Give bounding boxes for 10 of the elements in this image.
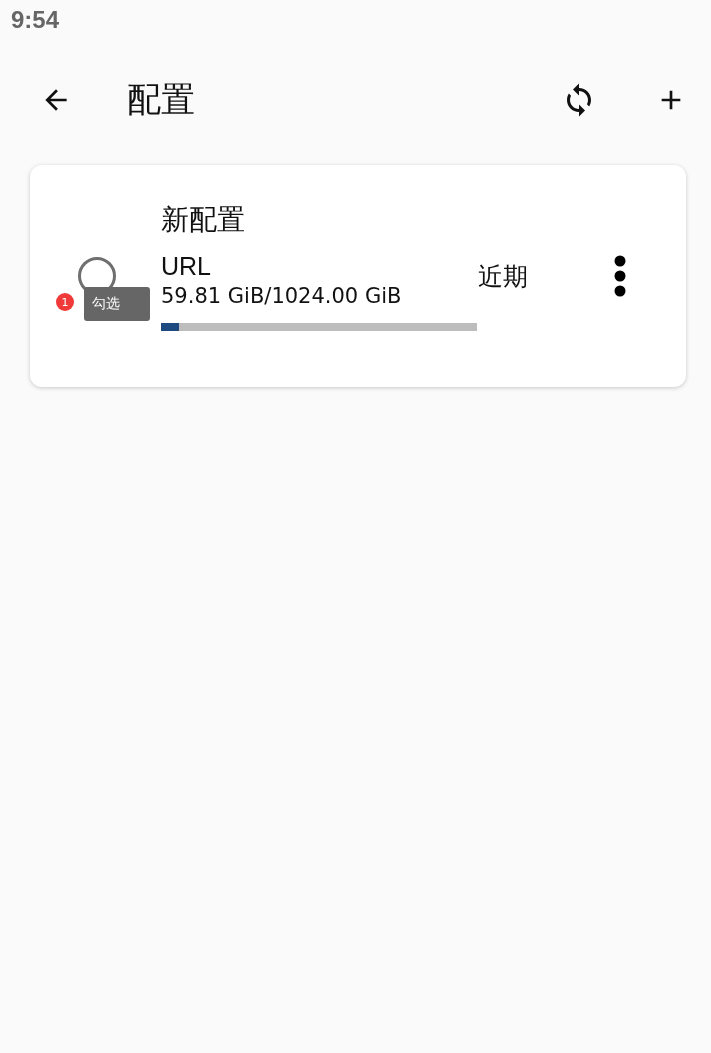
profile-type: URL — [161, 251, 212, 281]
usage-text: 59.81 GiB/1024.00 GiB — [161, 283, 403, 310]
status-time: 9:54 — [11, 6, 60, 34]
updated-label: 近期 — [478, 261, 528, 293]
profile-card[interactable]: 1 勾选 新配置 URL 59.81 GiB/1024.00 GiB 近期 — [30, 165, 686, 387]
count-badge: 1 — [56, 293, 74, 311]
profile-name: 新配置 — [161, 202, 246, 238]
more-icon[interactable] — [614, 255, 626, 297]
tooltip: 勾选 — [84, 287, 150, 321]
screen-title: 配置 — [127, 78, 195, 121]
